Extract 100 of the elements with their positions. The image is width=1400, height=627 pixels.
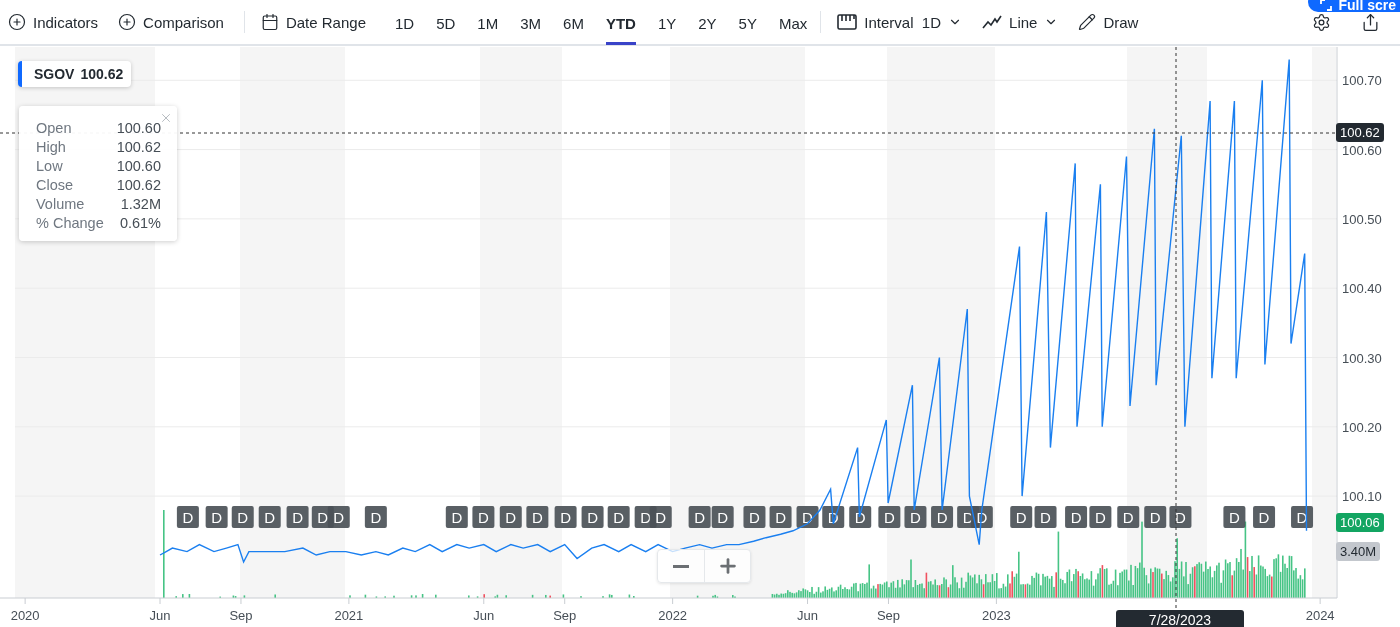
axis-price-tag: 100.06: [1336, 513, 1384, 532]
add-button[interactable]: Indicators: [8, 9, 107, 35]
annotation: D: [560, 509, 572, 526]
dividend-marker[interactable]: D: [286, 506, 309, 528]
dividend-marker[interactable]: D: [1034, 506, 1057, 528]
dividend-marker[interactable]: D: [526, 506, 549, 528]
draw-button[interactable]: Draw: [1078, 9, 1147, 35]
x-axis-label: Sep: [553, 608, 577, 623]
dividend-marker[interactable]: D: [1065, 506, 1088, 528]
settings-button[interactable]: [1312, 12, 1331, 32]
dividend-marker[interactable]: D: [1223, 506, 1246, 528]
annotation: D: [1149, 509, 1161, 526]
dividend-marker[interactable]: D: [327, 506, 350, 528]
add-icon: [8, 13, 26, 31]
dividend-marker[interactable]: D: [1169, 506, 1192, 528]
annotation: D: [317, 509, 329, 526]
x-axis-label: Jun: [797, 608, 818, 623]
dividend-marker[interactable]: D: [581, 506, 604, 528]
dividend-marker[interactable]: D: [554, 506, 577, 528]
dividend-marker[interactable]: D: [878, 506, 901, 528]
tooltip-value: 1.32M: [119, 196, 161, 212]
x-axis-label: Sep: [229, 608, 253, 623]
x-axis-label: Jun: [473, 608, 495, 623]
annotation: D: [1094, 509, 1106, 526]
annotation: D: [775, 509, 787, 526]
tooltip-value: 0.61%: [118, 215, 161, 231]
expand-icon: [1320, 0, 1333, 11]
annotation: D: [717, 509, 729, 526]
annotation: D: [613, 509, 625, 526]
annotation: D: [655, 509, 667, 526]
dividend-marker[interactable]: D: [364, 506, 387, 528]
interval-dropdown[interactable]: Interval 1D: [837, 9, 971, 35]
axis-price-tag: 3.40M: [1336, 542, 1381, 561]
annotation: D: [264, 509, 276, 526]
dividend-marker[interactable]: D: [176, 506, 199, 528]
y-axis-label: 100.40: [1342, 281, 1382, 297]
annotation: D: [1040, 509, 1052, 526]
y-axis-label: 100.50: [1342, 211, 1382, 227]
dividend-marker[interactable]: D: [904, 506, 927, 528]
range-tab[interactable]: YTD: [605, 3, 636, 45]
range-tab[interactable]: Max: [778, 3, 808, 45]
share-button[interactable]: [1361, 12, 1380, 32]
minus-icon: [673, 564, 689, 568]
dividend-marker[interactable]: D: [445, 506, 468, 528]
axis-price-tag: 100.62: [1336, 123, 1384, 142]
x-axis-label: Sep: [876, 608, 901, 623]
annotation: D: [182, 509, 194, 526]
line-chart-icon: [982, 15, 1003, 29]
range-tab[interactable]: 6M: [563, 3, 584, 45]
annotation: D: [1258, 509, 1270, 526]
fullscreen-button[interactable]: Full scre: [1308, 0, 1400, 12]
dividend-marker[interactable]: D: [1010, 506, 1033, 528]
dividend-marker[interactable]: D: [1117, 506, 1140, 528]
dividend-marker[interactable]: D: [258, 506, 281, 528]
chart-type-dropdown[interactable]: Line: [982, 9, 1067, 35]
dividend-marker[interactable]: D: [472, 506, 495, 528]
dividend-marker[interactable]: D: [1089, 506, 1112, 528]
dividend-marker[interactable]: D: [649, 506, 672, 528]
annotation: D: [694, 509, 706, 526]
x-axis-label: 2020: [10, 608, 40, 623]
dividend-marker[interactable]: D: [688, 506, 711, 528]
tooltip-label: Close: [36, 177, 75, 193]
tooltip-label: Volume: [36, 196, 86, 212]
annotation: D: [505, 509, 517, 526]
dividend-marker[interactable]: D: [743, 506, 766, 528]
tooltip-label: Open: [36, 120, 73, 136]
dividend-marker[interactable]: D: [769, 506, 792, 528]
dividend-marker[interactable]: D: [931, 506, 954, 528]
dividend-marker[interactable]: D: [607, 506, 630, 528]
y-axis-label: 100.10: [1342, 489, 1382, 505]
y-axis-label: 100.70: [1342, 73, 1382, 89]
annotation: D: [910, 509, 922, 526]
range-tab[interactable]: 3M: [520, 3, 542, 45]
x-axis-label: 2021: [334, 608, 364, 623]
x-axis-label: 2024: [1305, 608, 1335, 623]
dividend-marker[interactable]: D: [499, 506, 522, 528]
date-range-button[interactable]: Date Range: [260, 9, 374, 35]
range-tab[interactable]: 2Y: [698, 3, 717, 45]
range-tab[interactable]: 1M: [477, 3, 499, 45]
add-button[interactable]: Comparison: [118, 9, 232, 35]
range-tab[interactable]: 5D: [436, 3, 456, 45]
annotation: D: [1015, 509, 1027, 526]
dividend-marker[interactable]: D: [205, 506, 228, 528]
y-axis-label: 100.60: [1342, 142, 1382, 158]
range-tab[interactable]: 5Y: [738, 3, 757, 45]
tooltip-value: 100.62: [116, 177, 161, 193]
annotation: D: [451, 509, 463, 526]
range-tab[interactable]: 1D: [395, 3, 415, 45]
ruler-icon: [837, 13, 858, 31]
range-tab[interactable]: 1Y: [657, 3, 677, 45]
tooltip-label: Low: [36, 158, 64, 174]
dividend-marker[interactable]: D: [231, 506, 254, 528]
calendar-icon: [260, 13, 279, 31]
tooltip-label: High: [36, 139, 67, 155]
annotation: D: [237, 509, 249, 526]
dividend-marker[interactable]: D: [1144, 506, 1167, 528]
dividend-marker[interactable]: D: [711, 506, 734, 528]
tooltip-label: % Change: [36, 215, 105, 231]
annotation: D: [883, 509, 895, 526]
dividend-marker[interactable]: D: [1253, 506, 1276, 528]
